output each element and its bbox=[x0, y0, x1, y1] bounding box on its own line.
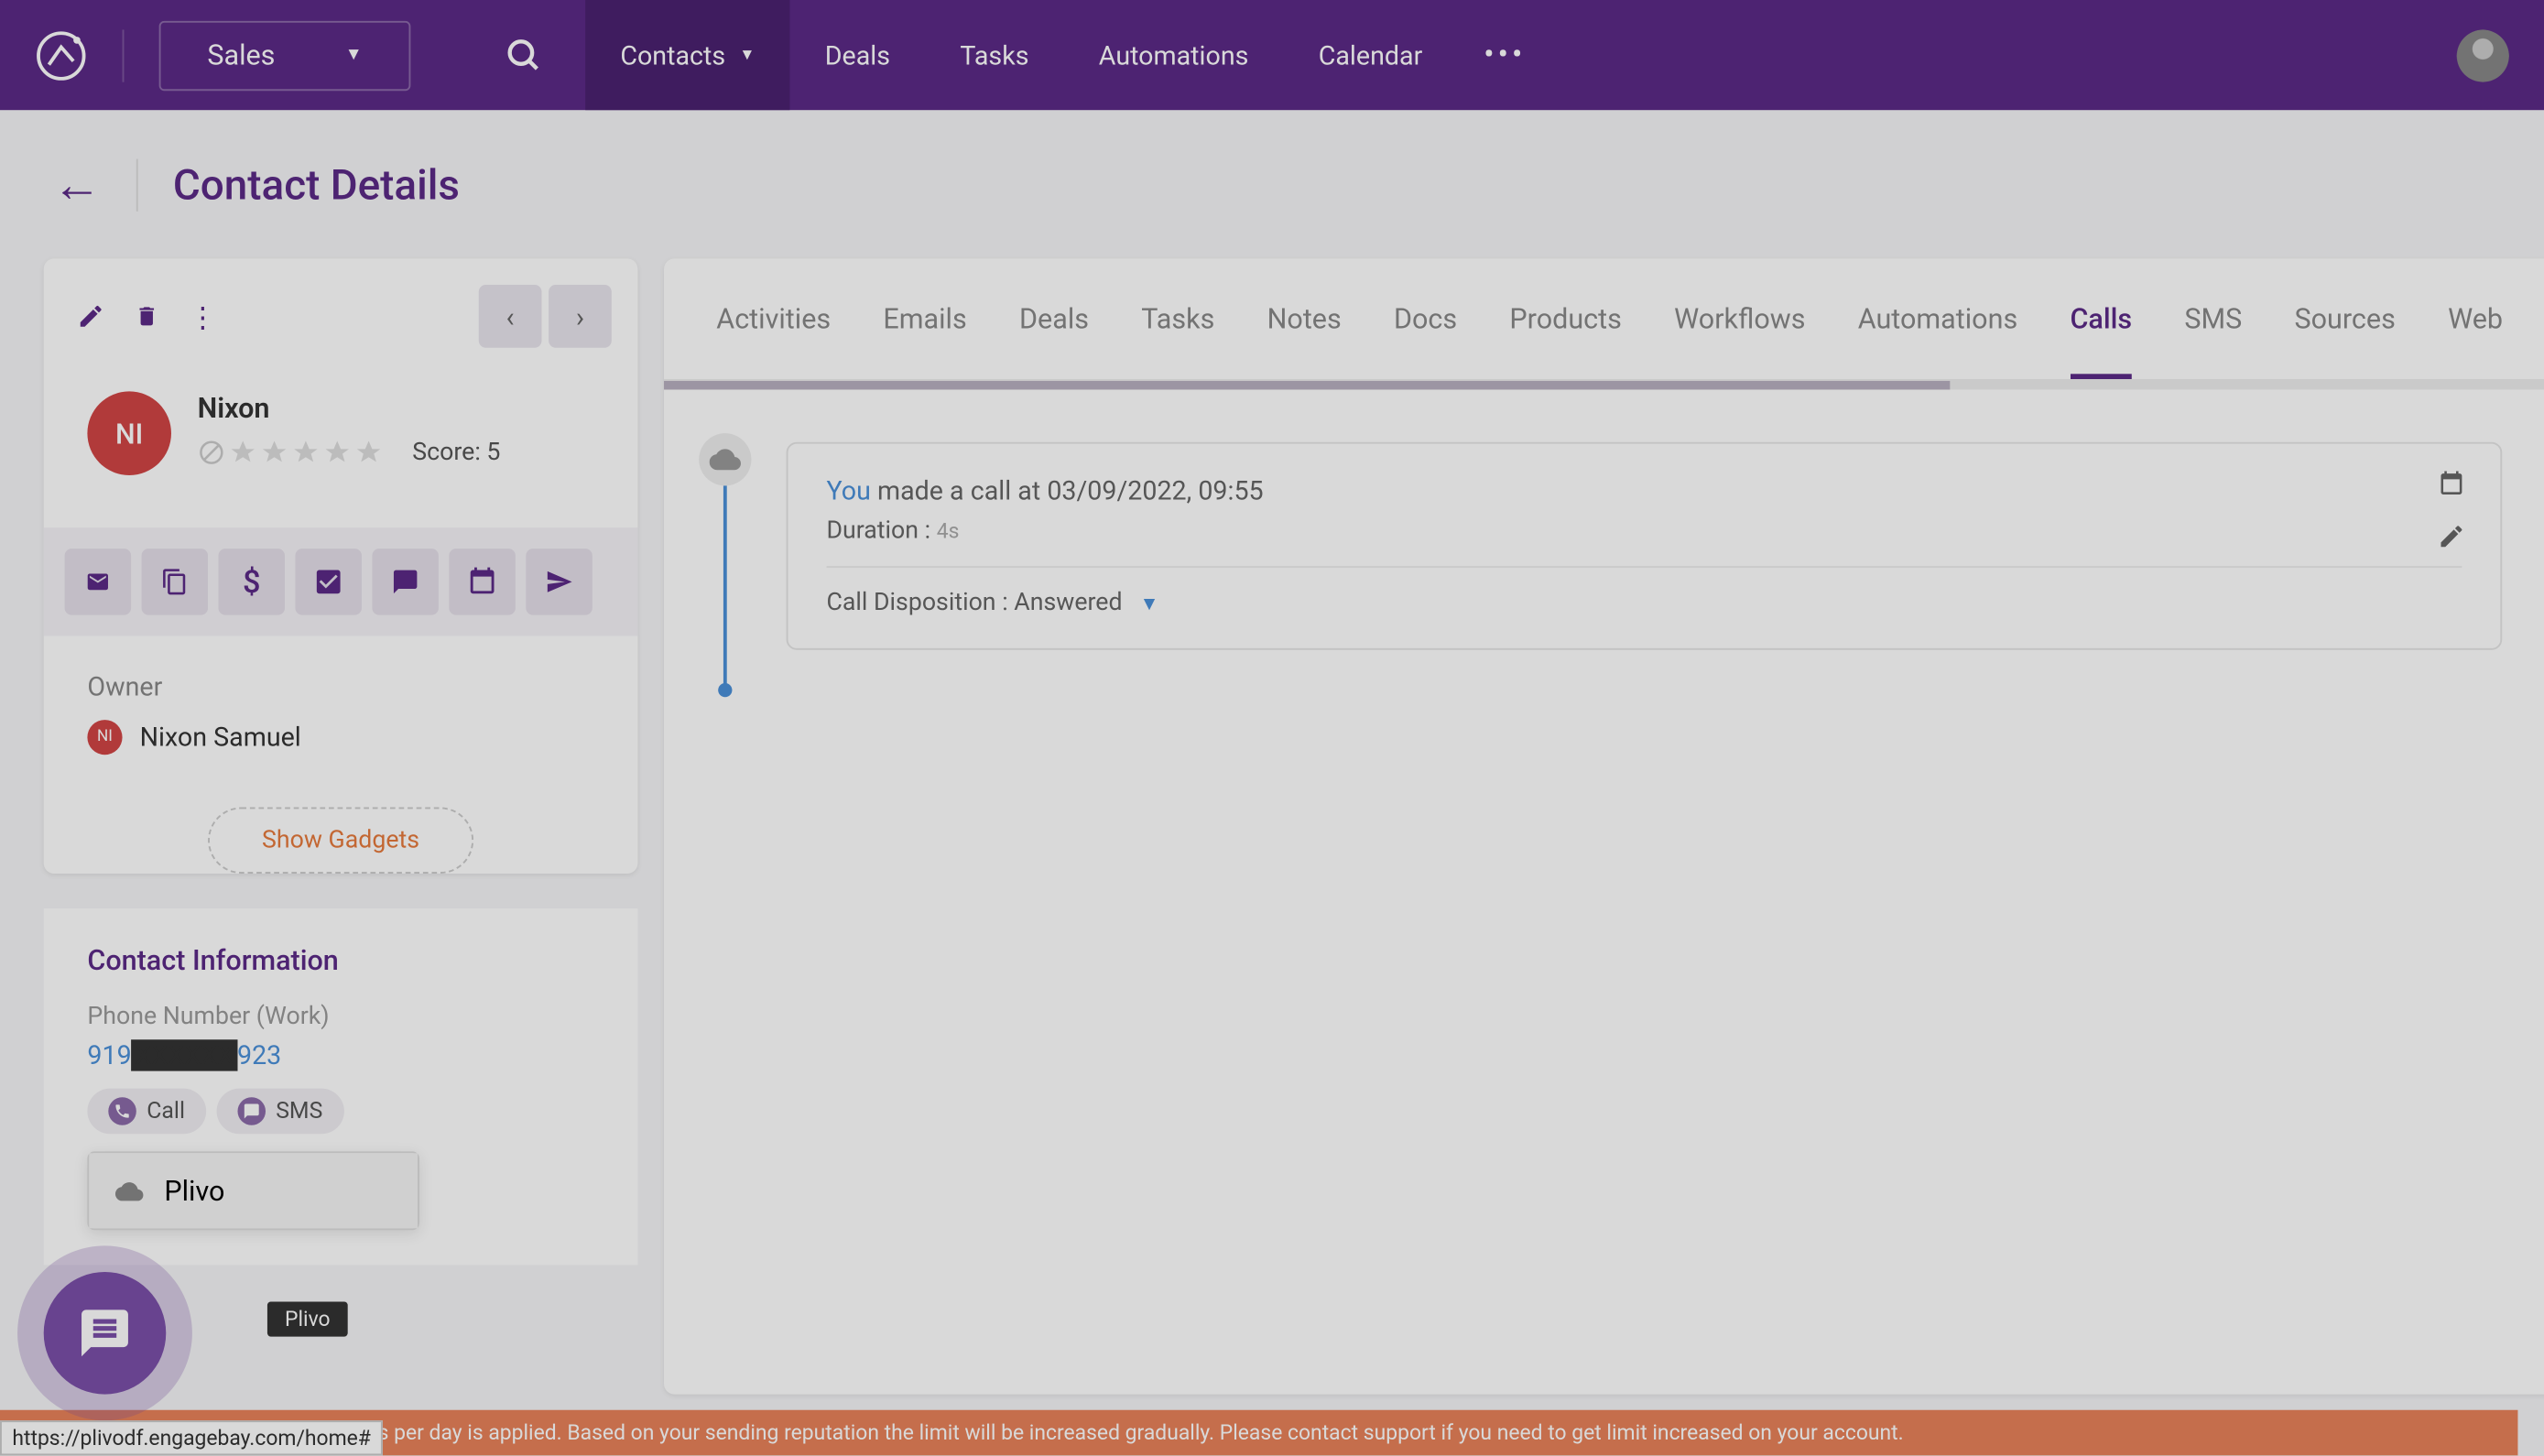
note-action-icon[interactable] bbox=[372, 549, 439, 615]
tooltip: Plivo bbox=[267, 1301, 348, 1336]
app-logo[interactable] bbox=[35, 28, 87, 81]
tab-sources[interactable]: Sources bbox=[2295, 302, 2396, 379]
tab-calls[interactable]: Calls bbox=[2070, 302, 2132, 379]
phone-icon bbox=[108, 1097, 136, 1125]
page-header: ← Contact Details bbox=[0, 110, 2544, 258]
show-gadgets-button[interactable]: Show Gadgets bbox=[208, 807, 473, 874]
phone-label: Phone Number (Work) bbox=[87, 1003, 593, 1031]
status-url: https://plivodf.engagebay.com/home# bbox=[0, 1420, 383, 1455]
phone-number-link[interactable]: 919XXXXXX923 bbox=[87, 1039, 593, 1070]
more-vert-icon[interactable]: ⋮ bbox=[181, 295, 223, 337]
star-rating[interactable]: Score: 5 bbox=[198, 439, 501, 467]
main-nav: Contacts ▼ Deals Tasks Automations Calen… bbox=[585, 0, 1552, 110]
nav-tasks[interactable]: Tasks bbox=[925, 0, 1063, 110]
calendar-action-icon[interactable] bbox=[449, 549, 516, 615]
star-icon[interactable] bbox=[260, 439, 288, 467]
edit-icon[interactable] bbox=[70, 295, 112, 337]
user-avatar[interactable] bbox=[2457, 28, 2509, 81]
search-icon[interactable] bbox=[498, 28, 550, 81]
owner-avatar: NI bbox=[87, 720, 122, 755]
tab-docs[interactable]: Docs bbox=[1394, 302, 1457, 379]
chat-fab[interactable] bbox=[44, 1272, 167, 1395]
more-menu-icon[interactable]: ••• bbox=[1457, 37, 1551, 73]
delete-icon[interactable] bbox=[125, 295, 168, 337]
prev-contact-button[interactable]: ‹ bbox=[479, 285, 542, 348]
module-label: Sales bbox=[207, 38, 275, 71]
send-action-icon[interactable] bbox=[526, 549, 593, 615]
next-contact-button[interactable]: › bbox=[549, 285, 612, 348]
owner-label: Owner bbox=[87, 671, 593, 702]
page-title: Contact Details bbox=[173, 160, 460, 209]
call-log-text: You made a call at 03/09/2022, 09:55 bbox=[826, 475, 2462, 506]
nav-calendar[interactable]: Calendar bbox=[1284, 0, 1458, 110]
chevron-down-icon: ▼ bbox=[345, 46, 363, 65]
edit-icon[interactable] bbox=[2438, 522, 2466, 557]
tab-web[interactable]: Web bbox=[2448, 302, 2503, 379]
owner-name: Nixon Samuel bbox=[140, 722, 301, 753]
back-arrow-icon[interactable]: ← bbox=[52, 156, 101, 213]
tab-sms[interactable]: SMS bbox=[2184, 302, 2242, 379]
star-icon[interactable] bbox=[229, 439, 257, 467]
deal-action-icon[interactable]: $ bbox=[219, 549, 286, 615]
chevron-down-icon: ▼ bbox=[1140, 592, 1159, 614]
tab-emails[interactable]: Emails bbox=[883, 302, 966, 379]
tab-products[interactable]: Products bbox=[1509, 302, 1621, 379]
tab-activities[interactable]: Activities bbox=[716, 302, 831, 379]
contact-avatar: NI bbox=[87, 391, 171, 475]
sms-icon bbox=[237, 1097, 266, 1125]
contact-score: Score: 5 bbox=[412, 439, 500, 467]
nav-automations[interactable]: Automations bbox=[1064, 0, 1284, 110]
status-circle-icon bbox=[198, 439, 226, 467]
tab-deals[interactable]: Deals bbox=[1019, 302, 1089, 379]
star-icon[interactable] bbox=[354, 439, 383, 467]
tab-automations[interactable]: Automations bbox=[1858, 302, 2017, 379]
call-duration: Duration : 4s bbox=[826, 517, 2462, 546]
dropdown-item-plivo[interactable]: Plivo bbox=[89, 1153, 418, 1228]
timeline-call-icon bbox=[699, 433, 751, 485]
cloud-icon bbox=[115, 1177, 144, 1205]
star-icon[interactable] bbox=[292, 439, 321, 467]
contact-info-title: Contact Information bbox=[87, 943, 593, 976]
contact-information-panel: Contact Information Phone Number (Work) … bbox=[44, 908, 638, 1265]
email-action-icon[interactable] bbox=[65, 549, 132, 615]
sms-chip[interactable]: SMS bbox=[216, 1089, 343, 1135]
call-disposition[interactable]: Call Disposition : Answered ▼ bbox=[826, 589, 2462, 617]
chevron-down-icon: ▼ bbox=[739, 46, 755, 65]
tab-tasks[interactable]: Tasks bbox=[1141, 302, 1214, 379]
calendar-icon[interactable] bbox=[2438, 470, 2466, 505]
call-chip[interactable]: Call bbox=[87, 1089, 205, 1135]
quick-actions: $ bbox=[44, 527, 638, 636]
call-log-entry: You made a call at 03/09/2022, 09:55 Dur… bbox=[787, 442, 2503, 650]
tabs-scrollbar[interactable] bbox=[664, 381, 2544, 390]
task-action-icon[interactable] bbox=[295, 549, 362, 615]
top-navbar: Sales ▼ Contacts ▼ Deals Tasks Automatio… bbox=[0, 0, 2544, 110]
star-icon[interactable] bbox=[323, 439, 352, 467]
call-provider-dropdown: Plivo bbox=[87, 1151, 419, 1230]
nav-deals[interactable]: Deals bbox=[790, 0, 926, 110]
tab-notes[interactable]: Notes bbox=[1267, 302, 1342, 379]
nav-contacts[interactable]: Contacts ▼ bbox=[585, 0, 789, 110]
module-selector[interactable]: Sales ▼ bbox=[159, 20, 411, 90]
owner-row[interactable]: NI Nixon Samuel bbox=[87, 720, 593, 755]
contact-name: Nixon bbox=[198, 391, 501, 424]
detail-tabs: Activities Emails Deals Tasks Notes Docs… bbox=[664, 258, 2544, 381]
copy-action-icon[interactable] bbox=[142, 549, 209, 615]
tab-workflows[interactable]: Workflows bbox=[1674, 302, 1805, 379]
